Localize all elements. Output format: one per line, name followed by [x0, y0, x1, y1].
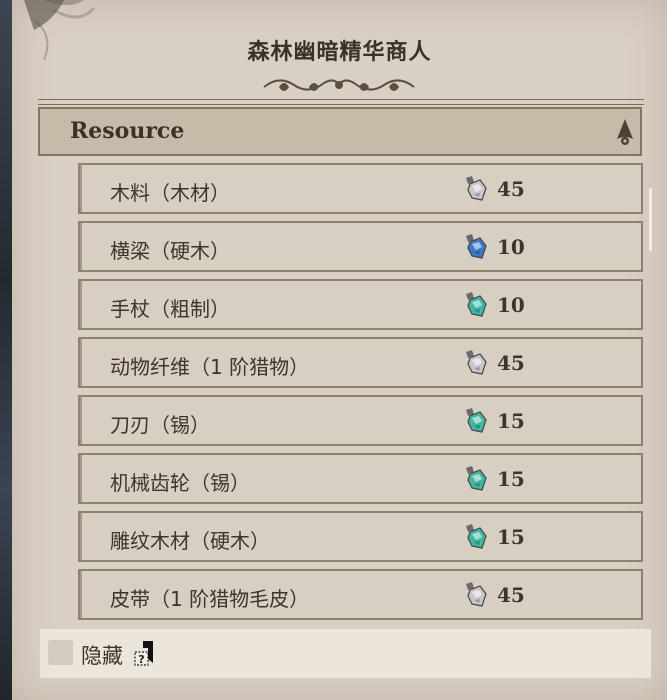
item-price: 45: [497, 177, 525, 201]
scrollbar-thumb[interactable]: [649, 188, 652, 251]
item-price: 10: [497, 235, 525, 259]
header-divider: [38, 99, 644, 105]
merchant-panel: 森林幽暗精华商人 Resource 木料（木材） 45 横梁（硬木） 10 手杖（粗制）…: [12, 0, 667, 700]
item-name: 皮带（1 阶猎物毛皮）: [110, 587, 310, 611]
list-item[interactable]: 皮带（1 阶猎物毛皮） 45: [78, 569, 643, 620]
item-name: 动物纤维（1 阶猎物）: [110, 355, 310, 379]
list-item[interactable]: 木料（木材） 45: [78, 163, 643, 214]
footer-bar: 隐藏 ?: [40, 629, 651, 678]
item-name: 机械齿轮（锡）: [110, 471, 250, 495]
item-name: 横梁（硬木）: [110, 239, 230, 263]
item-name: 刀刃（锡）: [110, 413, 210, 437]
essence-gem-icon: [466, 466, 487, 491]
item-price: 15: [497, 467, 525, 491]
item-price: 15: [497, 409, 525, 433]
list-item[interactable]: 动物纤维（1 阶猎物） 45: [78, 337, 643, 388]
item-name: 手杖（粗制）: [110, 297, 230, 321]
background-strip: [0, 0, 12, 700]
item-name: 雕纹木材（硬木）: [110, 529, 270, 553]
essence-gem-icon: [466, 408, 487, 433]
item-price: 45: [497, 351, 525, 375]
essence-gem-icon: [466, 350, 487, 375]
hide-checkbox[interactable]: [48, 640, 73, 665]
svg-text:?: ?: [138, 653, 144, 666]
list-item[interactable]: 刀刃（锡） 15: [78, 395, 643, 446]
essence-gem-icon: [466, 582, 487, 607]
resource-section-header[interactable]: Resource: [38, 107, 642, 156]
item-name: 木料（木材）: [110, 181, 230, 205]
essence-gem-icon: [466, 524, 487, 549]
list-item[interactable]: 手杖（粗制） 10: [78, 279, 643, 330]
item-price: 45: [497, 583, 525, 607]
ornament-divider-icon: [263, 79, 415, 91]
essence-gem-icon: [466, 176, 487, 201]
section-title: Resource: [70, 118, 185, 144]
essence-gem-icon: [466, 234, 487, 259]
list-item[interactable]: 横梁（硬木） 10: [78, 221, 643, 272]
item-price: 10: [497, 293, 525, 317]
essence-gem-icon: [466, 292, 487, 317]
spade-arrow-icon[interactable]: [614, 117, 636, 149]
hide-label: 隐藏: [81, 644, 123, 668]
merchant-title: 森林幽暗精华商人: [247, 39, 432, 65]
help-cursor-icon[interactable]: ?: [131, 639, 161, 669]
list-item[interactable]: 机械齿轮（锡） 15: [78, 453, 643, 504]
resource-list: 木料（木材） 45 横梁（硬木） 10 手杖（粗制） 10 动物纤维（1 阶猎物） 45 刀刃（…: [78, 163, 643, 623]
item-price: 15: [497, 525, 525, 549]
list-item[interactable]: 雕纹木材（硬木） 15: [78, 511, 643, 562]
